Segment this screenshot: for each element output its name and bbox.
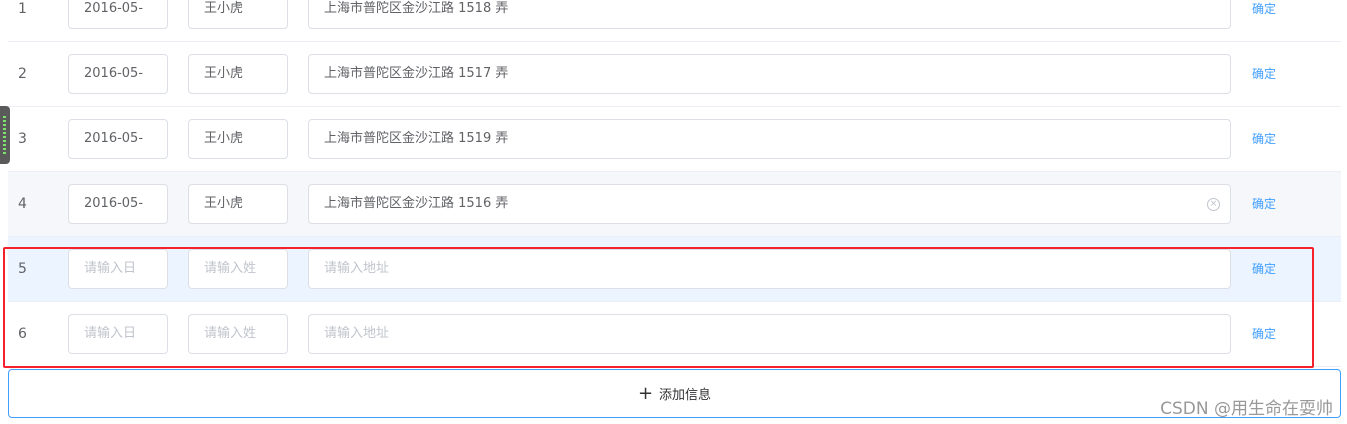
watermark: CSDN @用生命在耍帅	[1160, 399, 1333, 419]
address-input[interactable]: 上海市普陀区金沙江路 1519 弄	[308, 119, 1231, 159]
date-input[interactable]: 请输入日	[68, 314, 168, 354]
confirm-button[interactable]: 确定	[1252, 237, 1276, 301]
date-input[interactable]: 2016-05-	[68, 54, 168, 94]
row-index: 1	[18, 1, 27, 17]
name-input[interactable]: 请输入姓	[188, 314, 288, 354]
name-input[interactable]: 王小虎	[188, 119, 288, 159]
date-input[interactable]: 2016-05-	[68, 119, 168, 159]
table-row: 5 请输入日 请输入姓 请输入地址 确定	[8, 237, 1341, 302]
address-input[interactable]: 请输入地址	[308, 249, 1231, 289]
row-index: 4	[18, 196, 27, 212]
row-index: 5	[18, 261, 27, 277]
row-index: 6	[18, 326, 27, 342]
confirm-button[interactable]: 确定	[1252, 172, 1276, 236]
name-input[interactable]: 王小虎	[188, 184, 288, 224]
date-input[interactable]: 请输入日	[68, 249, 168, 289]
table-row: 3 2016-05- 王小虎 上海市普陀区金沙江路 1519 弄 确定	[8, 107, 1341, 172]
address-input[interactable]: 上海市普陀区金沙江路 1518 弄	[308, 0, 1231, 29]
address-input[interactable]: 上海市普陀区金沙江路 1516 弄 ×	[308, 184, 1231, 224]
name-input[interactable]: 王小虎	[188, 54, 288, 94]
address-value: 上海市普陀区金沙江路 1516 弄	[324, 196, 509, 211]
meter-icon	[3, 116, 6, 154]
address-input[interactable]: 请输入地址	[308, 314, 1231, 354]
name-input[interactable]: 请输入姓	[188, 249, 288, 289]
row-index: 2	[18, 66, 27, 82]
table-row: 2 2016-05- 王小虎 上海市普陀区金沙江路 1517 弄 确定	[8, 42, 1341, 107]
address-input[interactable]: 上海市普陀区金沙江路 1517 弄	[308, 54, 1231, 94]
table-row: 1 2016-05- 王小虎 上海市普陀区金沙江路 1518 弄 确定	[8, 0, 1341, 42]
confirm-button[interactable]: 确定	[1252, 42, 1276, 106]
plus-icon: +	[637, 382, 654, 404]
clear-icon[interactable]: ×	[1207, 198, 1220, 211]
confirm-button[interactable]: 确定	[1252, 0, 1276, 41]
add-info-label: 添加信息	[659, 388, 712, 403]
row-index: 3	[18, 131, 27, 147]
date-input[interactable]: 2016-05-	[68, 184, 168, 224]
side-handle[interactable]	[0, 106, 10, 164]
date-input[interactable]: 2016-05-	[68, 0, 168, 29]
data-table: 1 2016-05- 王小虎 上海市普陀区金沙江路 1518 弄 确定 2 20…	[8, 0, 1341, 367]
table-row: 6 请输入日 请输入姓 请输入地址 确定	[8, 302, 1341, 367]
add-info-button[interactable]: + 添加信息	[8, 369, 1341, 418]
table-row: 4 2016-05- 王小虎 上海市普陀区金沙江路 1516 弄 × 确定	[8, 172, 1341, 237]
confirm-button[interactable]: 确定	[1252, 302, 1276, 366]
name-input[interactable]: 王小虎	[188, 0, 288, 29]
confirm-button[interactable]: 确定	[1252, 107, 1276, 171]
